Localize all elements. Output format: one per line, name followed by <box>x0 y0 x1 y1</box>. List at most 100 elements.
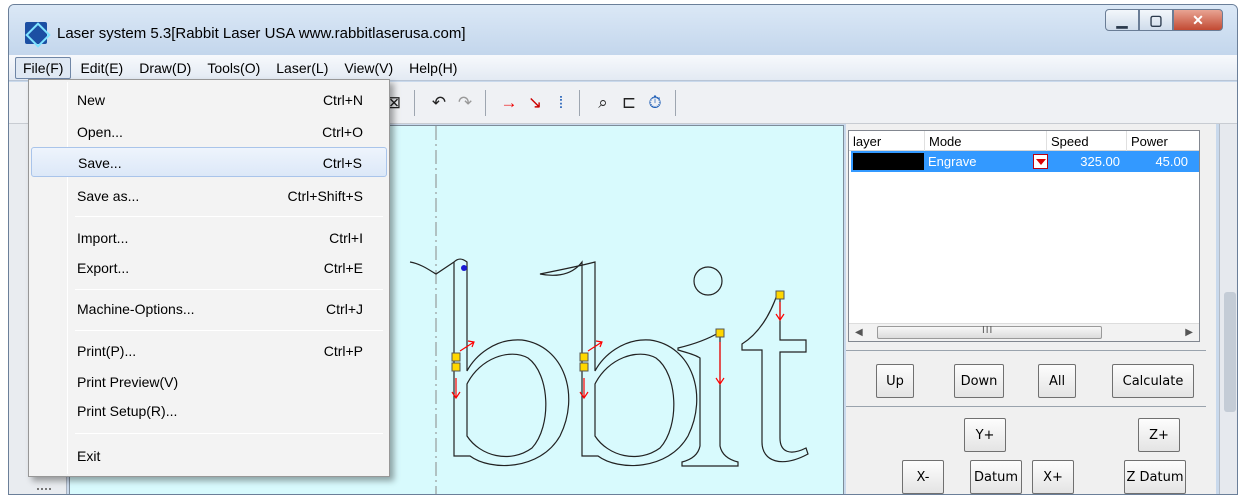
menu-file[interactable]: File(F) <box>15 56 72 79</box>
window-title: Laser system 5.3[Rabbit Laser USA www.ra… <box>57 25 466 42</box>
window-controls: ▁ ▢ ✕ <box>1105 9 1223 31</box>
menu-separator <box>75 289 383 290</box>
path-node[interactable] <box>579 352 589 362</box>
col-layer[interactable]: layer <box>849 131 925 151</box>
z-plus-button[interactable]: Z+ <box>1138 418 1180 452</box>
menu-item-shortcut: Ctrl+P <box>323 343 363 359</box>
layer-table[interactable]: layer Mode Speed Power Engrave 325.00 45… <box>848 130 1200 342</box>
menu-item-shortcut: Ctrl+O <box>322 124 363 140</box>
menu-tools[interactable]: Tools(O) <box>200 58 267 78</box>
horizontal-scrollbar[interactable]: ◀ III ▶ <box>849 323 1199 341</box>
up-button[interactable]: Up <box>876 364 914 398</box>
maximize-icon: ▢ <box>1149 12 1163 28</box>
menu-item-save[interactable]: Save... Ctrl+S <box>31 147 387 177</box>
file-menu: New Ctrl+N Open... Ctrl+O Save... Ctrl+S… <box>28 79 390 477</box>
menu-item-label: Exit <box>77 448 101 464</box>
start-node[interactable] <box>461 265 467 271</box>
vertical-scrollbar[interactable] <box>1219 124 1237 494</box>
menu-help[interactable]: Help(H) <box>402 58 464 78</box>
glyph-b1-outline <box>409 258 570 467</box>
menu-item-print-preview[interactable]: Print Preview(V) <box>31 367 387 397</box>
path-node[interactable] <box>451 362 461 372</box>
maximize-button[interactable]: ▢ <box>1139 9 1173 31</box>
menu-separator <box>75 433 383 434</box>
path-node[interactable] <box>775 290 785 300</box>
menu-item-machine-options[interactable]: Machine-Options... Ctrl+J <box>31 294 387 324</box>
menu-view[interactable]: View(V) <box>337 58 400 78</box>
x-plus-button[interactable]: X+ <box>1032 460 1074 494</box>
menu-item-label: Save... <box>78 155 122 171</box>
menu-item-print[interactable]: Print(P)... Ctrl+P <box>31 336 387 366</box>
menu-item-label: Print Setup(R)... <box>77 403 178 419</box>
glyph-t-outline <box>741 290 809 463</box>
menu-item-print-setup[interactable]: Print Setup(R)... <box>31 396 387 426</box>
menu-item-label: Open... <box>77 124 123 140</box>
redo-icon[interactable]: ↷ <box>455 93 475 113</box>
undo-icon[interactable]: ↶ <box>429 93 449 113</box>
y-plus-button[interactable]: Y+ <box>964 418 1006 452</box>
panel-divider <box>846 350 1206 351</box>
path-node[interactable] <box>715 328 725 338</box>
menu-edit[interactable]: Edit(E) <box>73 58 130 78</box>
menu-item-label: Machine-Options... <box>77 301 195 317</box>
print-preview-icon[interactable]: ⌕ <box>593 93 613 113</box>
menu-item-shortcut: Ctrl+Shift+S <box>287 188 363 204</box>
path-node[interactable] <box>579 362 589 372</box>
scroll-left-icon[interactable]: ◀ <box>855 327 863 338</box>
timer-icon[interactable]: ⏱ <box>645 93 665 113</box>
layer-color-swatch[interactable] <box>853 153 924 170</box>
tool-grip[interactable] <box>37 488 51 494</box>
datum-button[interactable]: Datum <box>970 460 1022 494</box>
path-optimize-icon[interactable]: ⊏ <box>619 93 639 113</box>
menu-item-import[interactable]: Import... Ctrl+I <box>31 223 387 253</box>
glyph-i-outline <box>677 266 739 467</box>
scroll-grip: III <box>982 325 994 336</box>
toolbar-separator <box>414 90 415 116</box>
menu-item-open[interactable]: Open... Ctrl+O <box>31 117 387 147</box>
layer-power[interactable]: 45.00 <box>1126 151 1192 172</box>
down-button[interactable]: Down <box>954 364 1004 398</box>
menu-item-label: New <box>77 92 106 108</box>
vertical-scroll-thumb[interactable] <box>1224 292 1236 412</box>
menu-bar: File(F) Edit(E) Draw(D) Tools(O) Laser(L… <box>9 55 1237 81</box>
col-power[interactable]: Power <box>1127 131 1197 151</box>
menu-item-shortcut: Ctrl+N <box>322 92 363 108</box>
layer-mode[interactable]: Engrave <box>924 151 1046 172</box>
menu-item-label: Save as... <box>77 188 140 204</box>
all-button[interactable]: All <box>1038 364 1076 398</box>
menu-item-label: Print(P)... <box>77 343 137 359</box>
menu-item-shortcut: Ctrl+I <box>329 230 363 246</box>
title-bar[interactable]: Laser system 5.3[Rabbit Laser USA www.ra… <box>9 5 1237 55</box>
menu-laser[interactable]: Laser(L) <box>269 58 335 78</box>
node-edit-icon[interactable]: ↘ <box>525 93 545 113</box>
menu-item-label: Print Preview(V) <box>77 374 179 390</box>
minimize-button[interactable]: ▁ <box>1105 9 1139 31</box>
toolbar-separator <box>485 90 486 116</box>
menu-item-exit[interactable]: Exit <box>31 441 387 471</box>
menu-item-export[interactable]: Export... Ctrl+E <box>31 253 387 283</box>
layer-speed[interactable]: 325.00 <box>1046 151 1126 172</box>
menu-item-shortcut: Ctrl+S <box>322 155 362 171</box>
direction-arrows <box>451 302 785 400</box>
path-node[interactable] <box>451 352 461 362</box>
menu-item-label: Export... <box>77 260 130 276</box>
scroll-right-icon[interactable]: ▶ <box>1185 327 1193 338</box>
scroll-thumb[interactable]: III <box>877 325 1102 339</box>
path-direction-icon[interactable]: → <box>499 93 519 113</box>
menu-draw[interactable]: Draw(D) <box>132 58 198 78</box>
app-logo-icon <box>25 22 47 44</box>
menu-item-new[interactable]: New Ctrl+N <box>31 85 387 115</box>
col-speed[interactable]: Speed <box>1047 131 1127 151</box>
x-minus-button[interactable]: X- <box>902 460 944 494</box>
menu-separator <box>75 216 383 217</box>
minimize-icon: ▁ <box>1116 12 1128 28</box>
menu-item-save-as[interactable]: Save as... Ctrl+Shift+S <box>31 181 387 211</box>
layer-row[interactable]: Engrave 325.00 45.00 <box>851 151 1199 172</box>
col-mode[interactable]: Mode <box>925 131 1047 151</box>
calculate-button[interactable]: Calculate <box>1112 364 1194 398</box>
close-button[interactable]: ✕ <box>1173 9 1223 31</box>
z-datum-button[interactable]: Z Datum <box>1124 460 1186 494</box>
layer-panel: layer Mode Speed Power Engrave 325.00 45… <box>846 124 1216 494</box>
mode-dropdown-icon[interactable] <box>1033 154 1048 169</box>
array-icon[interactable]: ⁞ <box>551 93 571 113</box>
